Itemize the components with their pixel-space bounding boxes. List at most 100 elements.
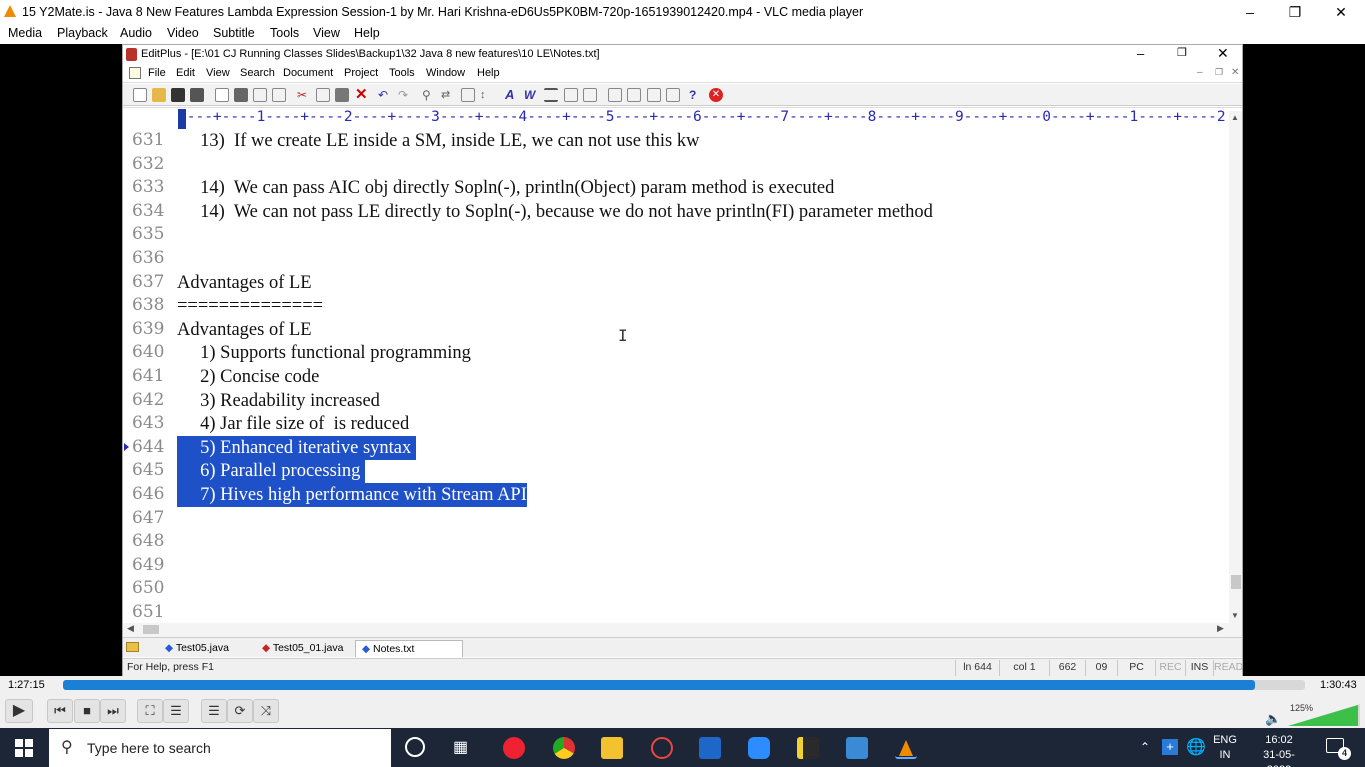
- snipping-tool-icon[interactable]: [651, 737, 673, 759]
- tab-test05[interactable]: ◆ Test05.java: [159, 640, 235, 657]
- next-button[interactable]: ⏭: [100, 699, 126, 723]
- store-icon[interactable]: [699, 737, 721, 759]
- editor-line[interactable]: 645 6) Parallel processing: [123, 459, 1228, 484]
- clock[interactable]: 16:02 31-05-2022: [1252, 733, 1306, 767]
- replace-icon[interactable]: ⇄: [441, 88, 455, 102]
- speaker-icon[interactable]: 🔈: [1265, 711, 1281, 727]
- window-list-icon[interactable]: [608, 88, 622, 102]
- editor-line[interactable]: 640 1) Supports functional programming: [123, 341, 1228, 365]
- editor-line[interactable]: 632: [123, 153, 1228, 177]
- ep-doc-restore-button[interactable]: ❐: [1215, 67, 1223, 78]
- ep-close-button[interactable]: ✕: [1217, 45, 1229, 62]
- ep-doc-close-button[interactable]: ✕: [1231, 67, 1239, 78]
- ep-menu-file[interactable]: File: [148, 67, 166, 79]
- play-button[interactable]: ▶: [5, 699, 33, 723]
- directory-icon[interactable]: [647, 88, 661, 102]
- task-view-icon[interactable]: ▦: [453, 737, 475, 759]
- ep-menu-view[interactable]: View: [206, 67, 230, 79]
- fullscreen-button[interactable]: ⛶: [137, 699, 163, 723]
- ep-doc-minimize-button[interactable]: –: [1197, 67, 1203, 78]
- editor-line[interactable]: 644 5) Enhanced iterative syntax: [123, 435, 1228, 460]
- editor-line[interactable]: 651: [123, 601, 1228, 623]
- menu-view[interactable]: View: [313, 26, 340, 40]
- ep-minimize-button[interactable]: –: [1137, 46, 1144, 61]
- editor-line[interactable]: 650: [123, 577, 1228, 601]
- playlist-button[interactable]: ☰: [201, 699, 227, 723]
- new-file-icon[interactable]: [133, 88, 147, 102]
- file-explorer-icon[interactable]: [601, 737, 623, 759]
- previous-button[interactable]: ⏮: [47, 699, 73, 723]
- editor-line[interactable]: 646 7) Hives high performance with Strea…: [123, 483, 1228, 507]
- editor-line[interactable]: 647: [123, 507, 1228, 531]
- recorder-app-icon[interactable]: [503, 737, 525, 759]
- notepad-app-icon[interactable]: [797, 737, 819, 759]
- chrome-icon[interactable]: [553, 737, 575, 759]
- vlc-taskbar-icon[interactable]: [895, 737, 917, 759]
- stop-button[interactable]: ■: [74, 699, 100, 723]
- horizontal-scrollbar[interactable]: ◀ ▶: [123, 623, 1242, 637]
- editor-line[interactable]: 638 ==============: [123, 294, 1228, 318]
- shuffle-button[interactable]: ⤨: [253, 699, 279, 723]
- folder-icon[interactable]: [126, 642, 139, 652]
- print-preview-icon[interactable]: [215, 88, 229, 102]
- restore-button[interactable]: ❐: [1272, 0, 1318, 24]
- undo-icon[interactable]: ↶: [378, 88, 392, 102]
- output-window-icon[interactable]: [666, 88, 680, 102]
- print-icon[interactable]: [234, 88, 248, 102]
- ep-menu-search[interactable]: Search: [240, 67, 275, 79]
- scroll-down-icon[interactable]: ▼: [1231, 611, 1239, 620]
- goto-icon[interactable]: ↕: [480, 88, 494, 102]
- save-icon[interactable]: [171, 88, 185, 102]
- ep-menu-window[interactable]: Window: [426, 67, 465, 79]
- find-icon[interactable]: ⚲: [422, 88, 436, 102]
- word-wrap-icon[interactable]: W: [524, 88, 538, 102]
- copy-icon[interactable]: [316, 88, 330, 102]
- tab-notes[interactable]: ◆ Notes.txt: [355, 640, 463, 657]
- menu-subtitle[interactable]: Subtitle: [213, 26, 255, 40]
- line-number-icon[interactable]: [564, 88, 578, 102]
- ep-menu-tools[interactable]: Tools: [389, 67, 415, 79]
- open-folder-icon[interactable]: [152, 88, 166, 102]
- editor-area[interactable]: 631 13) If we create LE inside a SM, ins…: [123, 131, 1228, 623]
- horizontal-scroll-thumb[interactable]: [143, 625, 159, 634]
- editor-line[interactable]: 636: [123, 247, 1228, 271]
- ep-menu-project[interactable]: Project: [344, 67, 378, 79]
- paste-icon[interactable]: [335, 88, 349, 102]
- editor-line[interactable]: 633 14) We can pass AIC obj directly Sop…: [123, 176, 1228, 200]
- menu-help[interactable]: Help: [354, 26, 380, 40]
- help-icon[interactable]: ?: [689, 88, 703, 102]
- network-globe-icon[interactable]: 🌐: [1186, 737, 1206, 757]
- delete-icon[interactable]: ✕: [355, 87, 369, 102]
- windows-start-icon[interactable]: [15, 739, 33, 757]
- cortana-icon[interactable]: [405, 737, 425, 757]
- redo-icon[interactable]: ↷: [398, 88, 412, 102]
- taskbar-search-box[interactable]: ⚲ Type here to search: [49, 729, 391, 767]
- editor-line[interactable]: 643 4) Jar file size of is reduced: [123, 412, 1228, 436]
- defender-icon[interactable]: +: [1162, 739, 1178, 755]
- ruler-icon[interactable]: [544, 88, 558, 102]
- properties-icon[interactable]: [272, 88, 286, 102]
- extended-settings-button[interactable]: ☰: [163, 699, 189, 723]
- vertical-scrollbar[interactable]: ▲ ▼: [1229, 111, 1242, 623]
- editor-line[interactable]: 642 3) Readability increased: [123, 389, 1228, 413]
- show-hidden-icons-icon[interactable]: ⌃: [1140, 740, 1150, 754]
- language-indicator[interactable]: ENG IN: [1213, 733, 1237, 763]
- menu-playback[interactable]: Playback: [57, 26, 108, 40]
- menu-media[interactable]: Media: [8, 26, 42, 40]
- cut-icon[interactable]: ✂: [297, 88, 311, 102]
- editor-line[interactable]: 631 13) If we create LE inside a SM, ins…: [123, 131, 1228, 153]
- editor-line[interactable]: 635: [123, 223, 1228, 247]
- cliptext-icon[interactable]: [627, 88, 641, 102]
- menu-video[interactable]: Video: [167, 26, 199, 40]
- editor-line[interactable]: 634 14) We can not pass LE directly to S…: [123, 200, 1228, 224]
- vertical-scroll-thumb[interactable]: [1231, 575, 1241, 589]
- ep-menu-edit[interactable]: Edit: [176, 67, 195, 79]
- find-in-files-icon[interactable]: [461, 88, 475, 102]
- loop-button[interactable]: ⟳: [227, 699, 253, 723]
- zoom-icon[interactable]: [748, 737, 770, 759]
- stop-icon[interactable]: ✕: [709, 88, 723, 102]
- spellcheck-icon[interactable]: [253, 88, 267, 102]
- tools-icon[interactable]: [583, 88, 597, 102]
- save-all-icon[interactable]: [190, 88, 204, 102]
- tab-test05-01[interactable]: ◆ Test05_01.java: [256, 640, 349, 657]
